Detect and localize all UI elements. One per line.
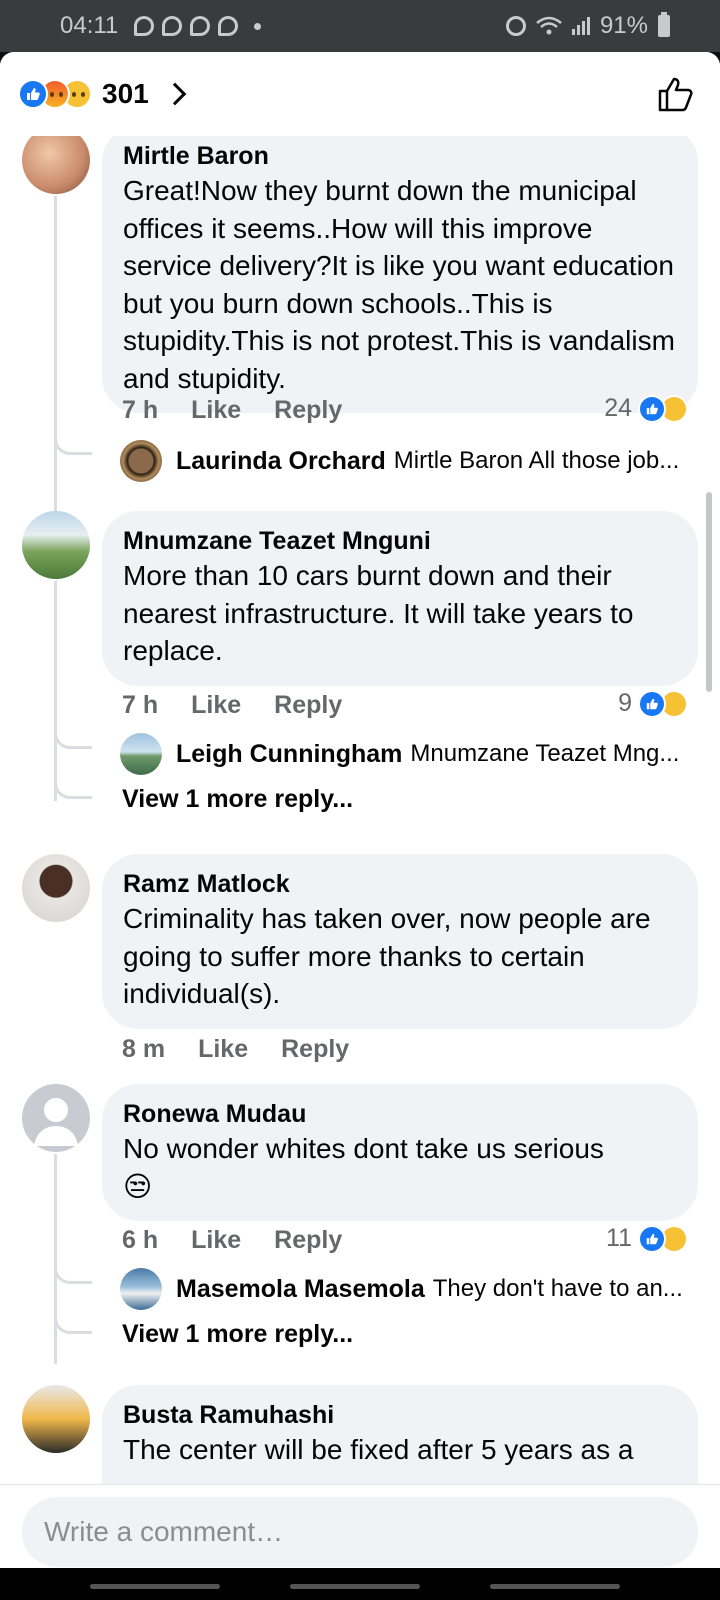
reply-connector — [54, 1260, 92, 1284]
like-link[interactable]: Like — [198, 1035, 248, 1064]
comment-reactions[interactable]: 9 — [618, 689, 688, 718]
wifi-icon — [536, 16, 562, 35]
comment-text: More than 10 cars burnt down and their n… — [123, 560, 634, 666]
reply-link[interactable]: Reply — [274, 396, 342, 425]
avatar[interactable] — [22, 1084, 90, 1152]
avatar[interactable] — [22, 511, 90, 579]
reply-connector — [54, 1310, 92, 1334]
avatar[interactable] — [22, 1385, 90, 1453]
like-reaction-icon — [638, 689, 666, 718]
reply-preview[interactable]: Leigh Cunningham Mnumzane Teazet Mng... — [120, 733, 690, 775]
status-bar: 04:11 91% — [0, 0, 720, 52]
like-link[interactable]: Like — [191, 691, 241, 720]
like-link[interactable]: Like — [191, 396, 241, 425]
nav-home[interactable] — [290, 1584, 420, 1589]
comment-input[interactable] — [22, 1497, 698, 1567]
reaction-summary[interactable] — [18, 79, 92, 109]
comment-actions: 6 h Like Reply — [122, 1226, 375, 1255]
like-link[interactable]: Like — [191, 1226, 241, 1255]
reaction-count[interactable]: 301 — [102, 78, 149, 110]
comment-text: Criminality has taken over, now people a… — [123, 903, 651, 1009]
comment-author[interactable]: Mnumzane Teazet Mnguni — [123, 525, 678, 557]
comment-author[interactable]: Ramz Matlock — [123, 868, 678, 900]
reply-text: Mirtle Baron All those job... — [393, 447, 680, 474]
reply-text: Mnumzane Teazet Mng... — [410, 740, 680, 767]
comment-bubble[interactable]: Ronewa Mudau No wonder whites dont take … — [102, 1084, 698, 1221]
comment-author[interactable]: Ronewa Mudau — [123, 1098, 678, 1130]
like-reaction-icon — [18, 79, 48, 109]
view-more-replies[interactable]: View 1 more reply... — [122, 1320, 353, 1349]
comment-bubble[interactable]: Mirtle Baron Great!Now they burnt down t… — [102, 136, 698, 413]
comment-bubble[interactable]: Mnumzane Teazet Mnguni More than 10 cars… — [102, 511, 698, 686]
notification-icon — [190, 16, 211, 36]
avatar[interactable] — [120, 440, 162, 482]
notification-icon — [218, 16, 239, 36]
comment-composer — [0, 1484, 720, 1568]
reaction-count: 9 — [618, 689, 632, 717]
comments-sheet: 301 Mirtle Baron Great!Now they burnt do… — [0, 52, 720, 1568]
comment-time: 7 h — [122, 691, 159, 719]
chevron-right-icon[interactable] — [163, 82, 187, 106]
reply-connector — [54, 775, 92, 799]
comment-text: No wonder whites dont take us serious — [123, 1133, 604, 1164]
comment-author[interactable]: Mirtle Baron — [123, 140, 678, 172]
reaction-count: 11 — [606, 1224, 632, 1252]
reply-link[interactable]: Reply — [274, 1226, 342, 1255]
notification-icons — [134, 16, 262, 36]
view-more-replies[interactable]: View 1 more reply... — [122, 785, 353, 814]
alarm-icon — [505, 16, 526, 36]
system-nav-bar — [0, 1568, 720, 1600]
default-avatar-icon — [34, 1098, 78, 1146]
reaction-count: 24 — [604, 394, 632, 422]
comment-time: 7 h — [122, 396, 159, 424]
like-reaction-icon — [638, 1224, 666, 1253]
comment-emoji: 😒 — [123, 1170, 153, 1202]
reply-author[interactable]: Laurinda Orchard — [176, 447, 386, 476]
comment-actions: 7 h Like Reply — [122, 396, 375, 425]
reply-connector — [54, 725, 92, 749]
comment-author[interactable]: Busta Ramuhashi — [123, 1399, 678, 1431]
reply-text: They don't have to an... — [432, 1275, 683, 1302]
avatar[interactable] — [22, 854, 90, 922]
battery-percent: 91% — [599, 12, 648, 39]
like-reaction-icon — [638, 394, 666, 423]
status-time: 04:11 — [60, 12, 119, 39]
avatar[interactable] — [120, 1268, 162, 1310]
reply-link[interactable]: Reply — [274, 691, 342, 720]
comment-bubble[interactable]: Ramz Matlock Criminality has taken over,… — [102, 854, 698, 1029]
nav-recents[interactable] — [90, 1584, 220, 1589]
signal-icon — [571, 17, 590, 35]
nav-back[interactable] — [490, 1584, 620, 1589]
comment-actions: 7 h Like Reply — [122, 691, 375, 720]
reply-preview[interactable]: Masemola Masemola They don't have to an.… — [120, 1268, 690, 1310]
avatar[interactable] — [22, 136, 90, 194]
like-button-icon[interactable] — [656, 74, 696, 114]
comment-list[interactable]: Mirtle Baron Great!Now they burnt down t… — [0, 136, 720, 1536]
notification-icon — [162, 16, 183, 36]
scrollbar[interactable] — [706, 492, 712, 692]
comment-reactions[interactable]: 24 — [604, 394, 688, 423]
reply-link[interactable]: Reply — [281, 1035, 349, 1064]
comment-text: The center will be fixed after 5 years a… — [123, 1434, 634, 1465]
comment-time: 8 m — [122, 1035, 166, 1063]
comment-reactions[interactable]: 11 — [606, 1224, 688, 1253]
reactions-header[interactable]: 301 — [0, 52, 720, 136]
battery-icon — [658, 12, 670, 37]
more-notifications-icon — [254, 22, 262, 30]
comment-time: 6 h — [122, 1226, 159, 1254]
reply-connector — [54, 431, 92, 455]
reply-preview[interactable]: Laurinda Orchard Mirtle Baron All those … — [120, 440, 690, 482]
notification-icon — [134, 16, 155, 36]
reply-author[interactable]: Masemola Masemola — [176, 1275, 425, 1304]
avatar[interactable] — [120, 733, 162, 775]
comment-actions: 8 m Like Reply — [122, 1035, 382, 1064]
reply-author[interactable]: Leigh Cunningham — [176, 740, 402, 769]
comment-text: Great!Now they burnt down the municipal … — [123, 175, 675, 394]
